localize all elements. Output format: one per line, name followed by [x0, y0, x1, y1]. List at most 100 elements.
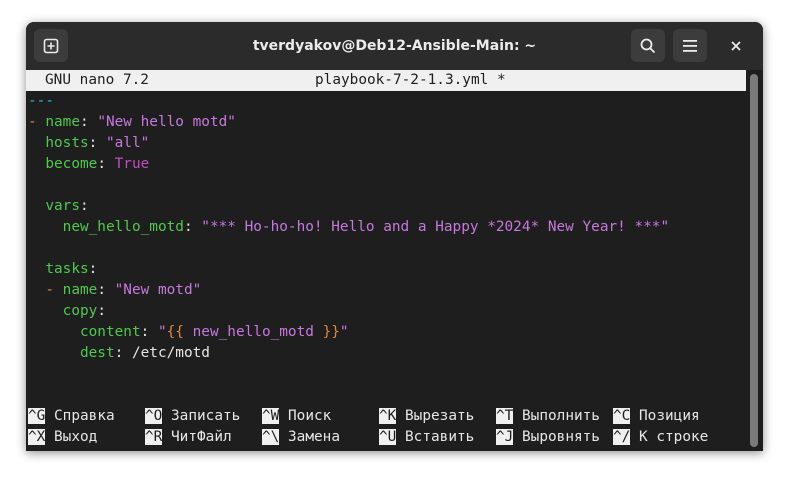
title-bar: tverdyakov@Deb12-Ansible-Main: ~	[26, 22, 763, 70]
nano-header: GNU nano 7.2 playbook-7-2-1.3.yml *	[26, 70, 746, 91]
shortcut-key: ^X	[28, 429, 46, 445]
shortcut-go-to-line[interactable]: ^/ К строке	[613, 427, 708, 448]
yaml-value: /etc/motd	[131, 345, 210, 361]
yaml-value: True	[114, 156, 150, 172]
close-icon	[731, 41, 741, 51]
shortcut-exit[interactable]: ^X Выход	[28, 427, 97, 448]
yaml-key: new_hello_motd	[62, 219, 184, 235]
new-tab-button[interactable]	[34, 29, 68, 62]
yaml-key: vars	[45, 198, 80, 214]
nano-version: GNU nano 7.2	[45, 72, 149, 88]
template-close: }}	[322, 324, 340, 340]
yaml-key: copy	[62, 303, 98, 319]
nano-filename: playbook-7-2-1.3.yml *	[315, 72, 506, 88]
terminal-area[interactable]: GNU nano 7.2 playbook-7-2-1.3.yml * --- …	[26, 70, 763, 451]
yaml-colon: :	[79, 198, 89, 214]
shortcut-key: ^R	[145, 429, 163, 445]
shortcut-key: ^O	[145, 408, 163, 424]
menu-button[interactable]	[673, 29, 707, 62]
shortcut-write-out[interactable]: ^O Записать	[145, 406, 240, 427]
plus-in-square-icon	[43, 38, 59, 53]
editor-line: hosts: "all"	[28, 133, 149, 154]
doc-start-marker: ---	[28, 93, 54, 109]
search-button[interactable]	[631, 29, 665, 62]
yaml-colon: :	[88, 261, 98, 277]
shortcut-execute[interactable]: ^T Выполнить	[496, 406, 600, 427]
yaml-colon: :	[79, 114, 98, 130]
shortcut-key: ^C	[613, 408, 631, 424]
shortcut-paste[interactable]: ^U Вставить	[379, 427, 474, 448]
shortcut-where-is[interactable]: ^W Поиск	[262, 406, 331, 427]
yaml-key: name	[45, 114, 80, 130]
yaml-colon: :	[97, 282, 115, 298]
shortcut-read-file[interactable]: ^R ЧитФайл	[145, 427, 232, 448]
yaml-key: name	[62, 282, 98, 298]
yaml-colon: :	[114, 345, 132, 361]
yaml-value: "*** Ho-ho-ho! Hello and a Happy *2024* …	[201, 219, 670, 235]
yaml-colon: :	[88, 135, 106, 151]
editor-line: vars:	[28, 196, 89, 217]
shortcut-location[interactable]: ^C Позиция	[613, 406, 700, 427]
terminal-window: tverdyakov@Deb12-Ansible-Main: ~ GNU nan…	[26, 22, 763, 451]
close-button[interactable]	[722, 32, 750, 60]
shortcut-label: Записать	[171, 408, 241, 424]
yaml-colon: :	[140, 324, 158, 340]
yaml-colon: :	[97, 303, 106, 319]
yaml-colon: :	[97, 156, 115, 172]
yaml-key: tasks	[45, 261, 89, 277]
search-icon	[640, 38, 656, 53]
list-dash: -	[45, 282, 63, 298]
editor-line: - name: "New motd"	[28, 280, 201, 301]
shortcut-cut[interactable]: ^K Вырезать	[379, 406, 474, 427]
shortcut-key: ^J	[496, 429, 514, 445]
list-dash: -	[28, 114, 46, 130]
yaml-quote: "	[157, 324, 167, 340]
hamburger-menu-icon	[683, 39, 697, 52]
yaml-value: "New motd"	[114, 282, 202, 298]
yaml-colon: :	[183, 219, 202, 235]
yaml-key: hosts	[45, 135, 89, 151]
shortcut-label: Выровнять	[522, 429, 600, 445]
shortcut-label: ЧитФайл	[171, 429, 232, 445]
shortcut-key: ^U	[379, 429, 397, 445]
shortcut-key: ^\	[262, 429, 280, 445]
shortcut-key: ^G	[28, 408, 46, 424]
editor-line: content: "{{ new_hello_motd }}"	[28, 322, 349, 343]
shortcut-label: К строке	[639, 429, 709, 445]
yaml-key: content	[79, 324, 141, 340]
editor-line: ---	[28, 91, 54, 112]
editor-line: - name: "New hello motd"	[28, 112, 236, 133]
shortcut-label: Справка	[54, 408, 115, 424]
window-title: tverdyakov@Deb12-Ansible-Main: ~	[252, 38, 537, 54]
shortcut-key: ^K	[379, 408, 397, 424]
shortcut-label: Замена	[288, 429, 340, 445]
yaml-quote: "	[339, 324, 349, 340]
yaml-key: become	[45, 156, 98, 172]
shortcut-label: Позиция	[639, 408, 700, 424]
editor-line: tasks:	[28, 259, 97, 280]
shortcut-key: ^T	[496, 408, 514, 424]
scrollbar[interactable]	[750, 74, 758, 447]
yaml-value: "all"	[105, 135, 150, 151]
shortcut-help[interactable]: ^G Справка	[28, 406, 115, 427]
shortcut-label: Вставить	[405, 429, 475, 445]
shortcut-justify[interactable]: ^J Выровнять	[496, 427, 600, 448]
shortcut-replace[interactable]: ^\ Замена	[262, 427, 340, 448]
shortcut-label: Поиск	[288, 408, 332, 424]
shortcut-label: Вырезать	[405, 408, 475, 424]
template-variable: new_hello_motd	[183, 324, 323, 340]
shortcut-key: ^W	[262, 408, 280, 424]
editor-line: copy:	[28, 301, 106, 322]
yaml-value: "New hello motd"	[97, 114, 236, 130]
template-open: {{	[166, 324, 184, 340]
shortcut-key: ^/	[613, 429, 631, 445]
shortcut-label: Выход	[54, 429, 98, 445]
